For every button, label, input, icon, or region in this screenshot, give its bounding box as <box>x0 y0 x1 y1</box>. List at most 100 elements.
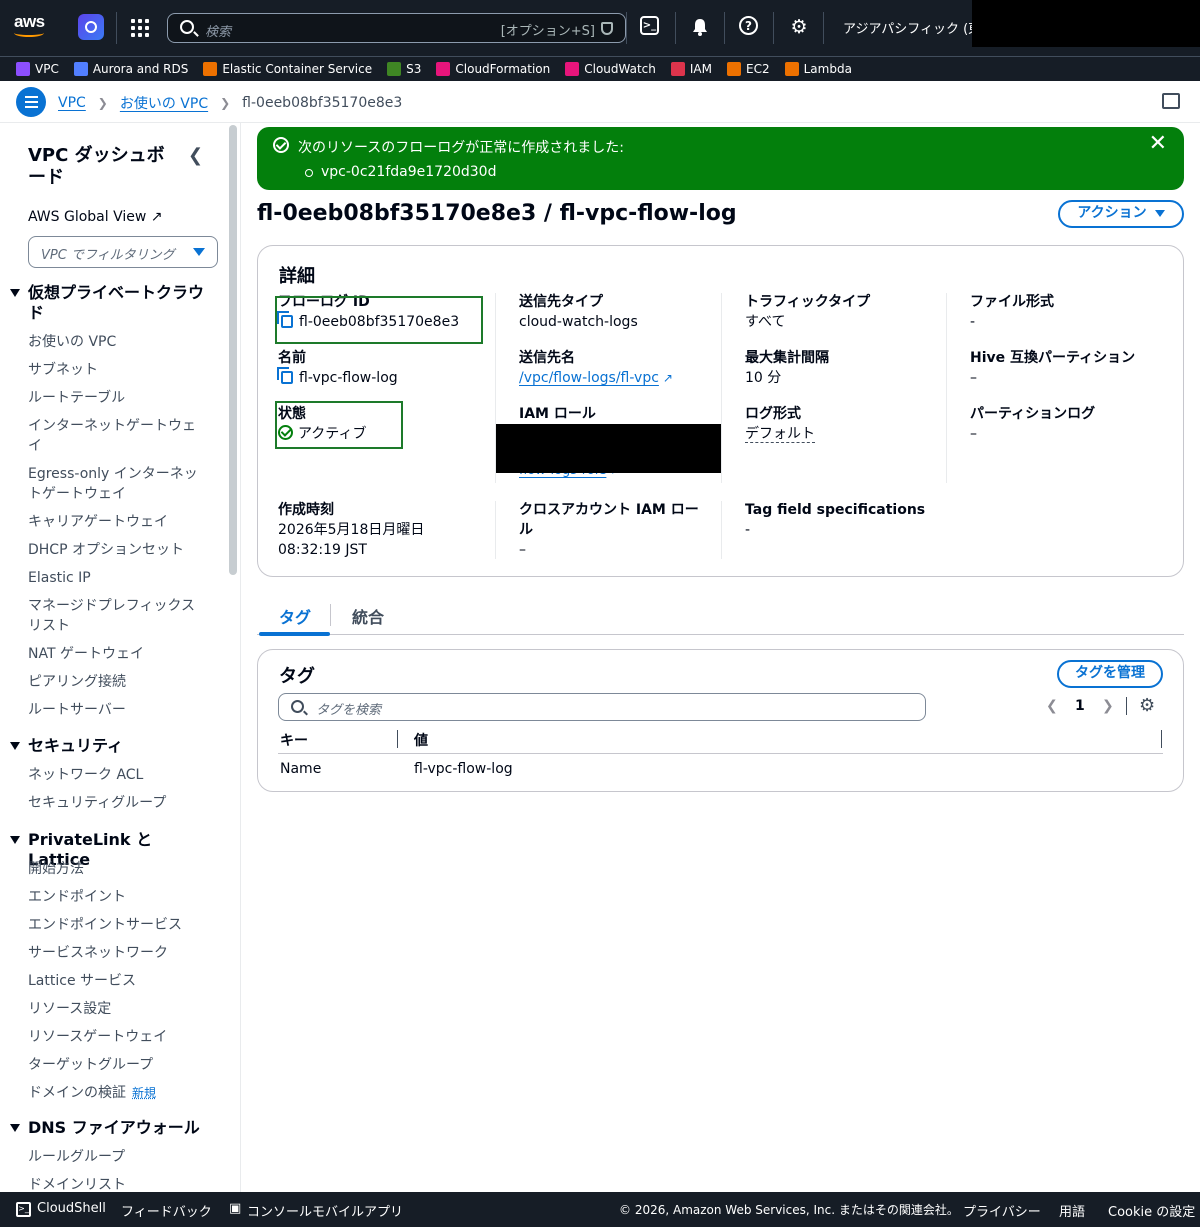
sidebar-item[interactable]: リソース設定 <box>28 999 208 1019</box>
sidebar-item[interactable]: キャリアゲートウェイ <box>28 512 208 532</box>
sidebar-item[interactable]: エンドポイント <box>28 887 208 907</box>
sidebar-item[interactable]: ルートテーブル <box>28 388 208 408</box>
services-menu-icon[interactable] <box>131 19 149 37</box>
tab-integrations[interactable]: 統合 <box>352 604 384 628</box>
favorite-iam[interactable]: IAM <box>670 62 712 76</box>
destination-name-link[interactable]: /vpc/flow-logs/fl-vpc <box>519 370 659 386</box>
sidebar-item[interactable]: Egress-only インターネットゲートウェイ <box>28 464 208 504</box>
sidebar-item[interactable]: Elastic IP <box>28 568 208 588</box>
breadcrumb-your-vpcs[interactable]: お使いの VPC <box>120 93 208 113</box>
copy-icon[interactable] <box>277 367 293 384</box>
search-icon <box>291 700 304 713</box>
column-resizer[interactable] <box>1161 730 1162 748</box>
footer-cookie[interactable]: Cookie の設定 <box>1108 1201 1195 1220</box>
divider <box>724 12 725 44</box>
top-navigation: aws 検索 [オプション+S] >_ ? ⚙ アジアパシフィック (東京) <box>0 0 1200 56</box>
tab-tags[interactable]: タグ <box>279 604 311 628</box>
sidebar-item[interactable]: NAT ゲートウェイ <box>28 644 208 664</box>
collapse-chevron-left-icon[interactable]: ❮ <box>188 145 203 166</box>
close-icon[interactable]: ✕ <box>1149 133 1167 155</box>
tag-search-input[interactable]: タグを検索 <box>278 693 926 721</box>
breadcrumb-current: fl-0eeb08bf35170e8e3 <box>242 95 403 111</box>
cross-account-role-field: クロスアカウント IAM ロール – <box>519 502 699 558</box>
breadcrumb-vpc[interactable]: VPC <box>58 95 86 111</box>
redacted-account-menu <box>972 0 1200 47</box>
favorite-ec2[interactable]: EC2 <box>727 62 770 76</box>
divider <box>721 501 722 559</box>
sidebar-section-0[interactable]: 仮想プライベートクラウド <box>10 283 210 323</box>
column-header-key[interactable]: キー <box>280 730 308 750</box>
preferences-gear-icon[interactable]: ⚙ <box>1139 695 1155 716</box>
sidebar-item[interactable]: ルートサーバー <box>28 700 208 720</box>
footer-cloudshell[interactable]: CloudShell <box>37 1201 106 1216</box>
next-page-chevron-icon[interactable]: ❯ <box>1102 698 1114 714</box>
sidebar-item[interactable]: サービスネットワーク <box>28 943 208 963</box>
hive-partition-field: Hive 互換パーティション – <box>970 350 1136 386</box>
favorite-s3[interactable]: S3 <box>387 62 421 76</box>
sidebar-scrollbar[interactable] <box>229 125 237 575</box>
page-title: fl-0eeb08bf35170e8e3 / fl-vpc-flow-log <box>257 201 737 226</box>
favorite-elastic-container-service[interactable]: Elastic Container Service <box>203 62 372 76</box>
notifications-bell-icon[interactable] <box>689 16 711 38</box>
sidebar-item[interactable]: マネージドプレフィックスリスト <box>28 596 208 636</box>
aws-global-view-link[interactable]: AWS Global View ↗ <box>28 209 163 225</box>
sidebar-item[interactable]: エンドポイントサービス <box>28 915 208 935</box>
favorite-cloudwatch[interactable]: CloudWatch <box>565 62 656 76</box>
sidebar-title[interactable]: VPC ダッシュボード <box>28 145 168 189</box>
active-tab-indicator <box>259 632 330 636</box>
prev-page-chevron-icon[interactable]: ❮ <box>1046 698 1058 714</box>
global-search-input[interactable]: 検索 [オプション+S] <box>167 13 626 43</box>
tabs: タグ 統合 <box>257 598 1184 636</box>
service-icon <box>387 62 402 76</box>
sidebar-item[interactable]: サブネット <box>28 360 208 380</box>
sidebar-item[interactable]: ドメインリスト <box>28 1175 208 1192</box>
vpc-filter-select[interactable]: VPC でフィルタリング <box>28 236 218 268</box>
sidebar-item[interactable]: ドメインの検証 新規 <box>28 1083 208 1103</box>
sidebar-section-3[interactable]: DNS ファイアウォール <box>10 1118 210 1138</box>
help-icon[interactable]: ? <box>739 16 758 35</box>
sidebar-item[interactable]: Lattice サービス <box>28 971 208 991</box>
aws-logo[interactable]: aws <box>14 12 54 42</box>
sidebar-item[interactable]: ターゲットグループ <box>28 1055 208 1075</box>
page-number[interactable]: 1 <box>1075 698 1085 714</box>
footer-privacy[interactable]: プライバシー <box>963 1201 1041 1220</box>
chevron-right-icon: ❯ <box>220 96 231 110</box>
sidebar-item[interactable]: お使いの VPC <box>28 332 208 352</box>
settings-gear-icon[interactable]: ⚙ <box>788 16 810 38</box>
sidebar-item[interactable]: DHCP オプションセット <box>28 540 208 560</box>
menu-hamburger-icon[interactable] <box>16 87 46 117</box>
sidebar-section-1[interactable]: セキュリティ <box>10 736 210 756</box>
display-preferences-icon[interactable] <box>1162 93 1180 109</box>
chevron-right-icon: ❯ <box>97 96 108 110</box>
favorite-cloudformation[interactable]: CloudFormation <box>436 62 550 76</box>
manage-tags-button[interactable]: タグを管理 <box>1057 660 1163 688</box>
sidebar-item[interactable]: インターネットゲートウェイ <box>28 416 208 456</box>
footer-feedback[interactable]: フィードバック <box>121 1201 212 1220</box>
footer-mobile-app[interactable]: コンソールモバイルアプリ <box>247 1201 403 1220</box>
column-header-value[interactable]: 値 <box>414 730 428 750</box>
column-resizer[interactable] <box>397 730 398 748</box>
sidebar-item[interactable]: ルールグループ <box>28 1147 208 1167</box>
divider <box>278 753 1163 754</box>
log-format-popover[interactable]: デフォルト <box>745 426 815 443</box>
actions-button[interactable]: アクション <box>1058 200 1184 228</box>
footer-terms[interactable]: 用語 <box>1059 1201 1085 1220</box>
favorite-aurora-and-rds[interactable]: Aurora and RDS <box>73 62 188 76</box>
breadcrumb-bar: VPC ❯ お使いの VPC ❯ fl-0eeb08bf35170e8e3 <box>0 81 1200 123</box>
cloudshell-icon[interactable]: >_ <box>640 16 659 35</box>
sidebar-item[interactable]: セキュリティグループ <box>28 793 208 813</box>
success-flashbar: 次のリソースのフローログが正常に作成されました: vpc-0c21fda9e17… <box>257 127 1184 190</box>
sidebar-item[interactable]: 開始方法 <box>28 859 208 879</box>
log-format-field: ログ形式 デフォルト <box>745 406 815 443</box>
sidebar-item[interactable]: リソースゲートウェイ <box>28 1027 208 1047</box>
footer: >_ CloudShell フィードバック ▣ コンソールモバイルアプリ © 2… <box>0 1192 1200 1227</box>
sidebar-item[interactable]: ネットワーク ACL <box>28 765 208 785</box>
amazon-q-icon[interactable] <box>78 14 104 40</box>
table-cell-value: fl-vpc-flow-log <box>414 761 513 777</box>
favorite-vpc[interactable]: VPC <box>16 62 59 76</box>
divider <box>626 12 627 44</box>
service-icon <box>73 62 88 76</box>
divider <box>330 604 331 626</box>
favorite-lambda[interactable]: Lambda <box>784 62 852 76</box>
sidebar-item[interactable]: ピアリング接続 <box>28 672 208 692</box>
